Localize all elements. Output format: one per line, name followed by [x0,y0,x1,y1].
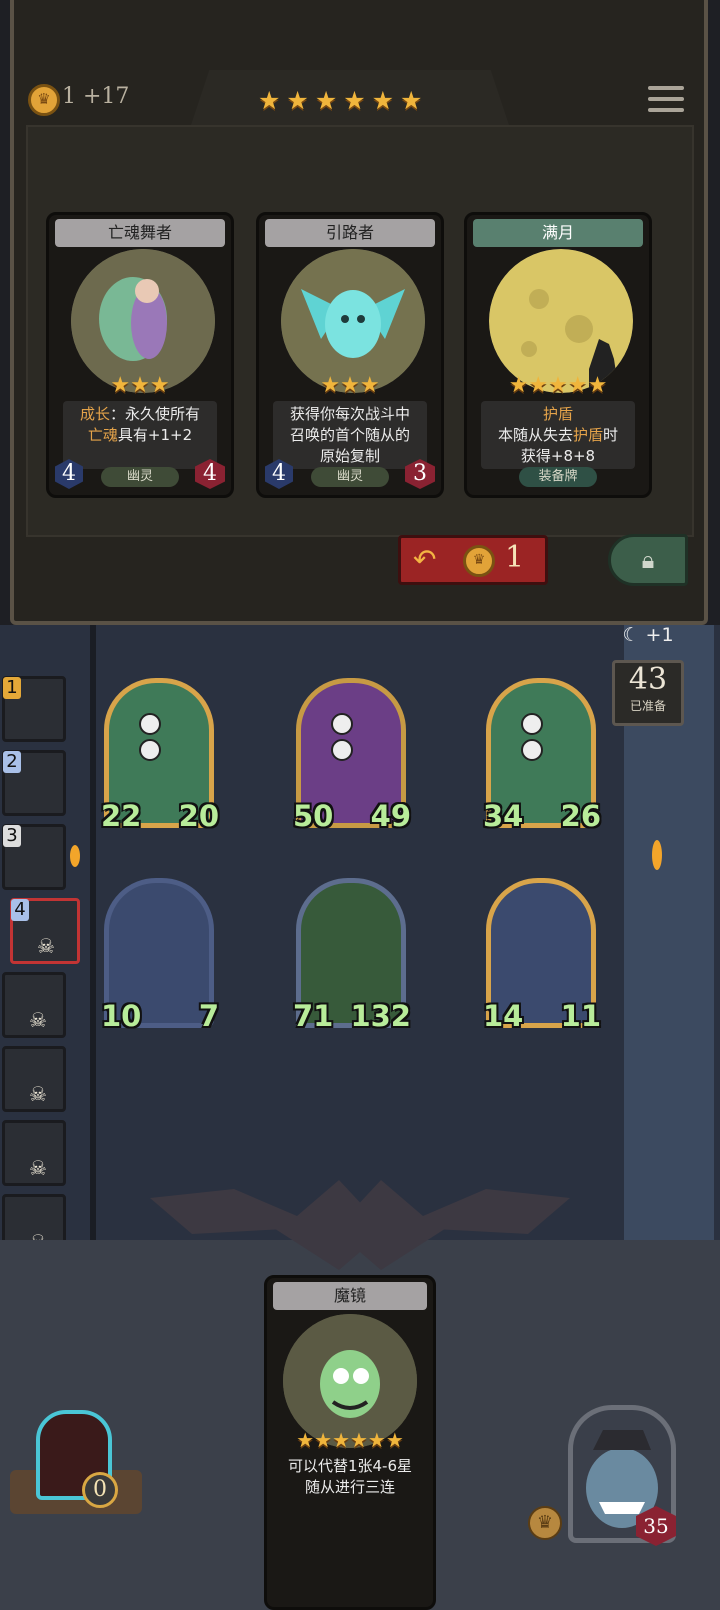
minion-attack: 22 [101,799,142,833]
minion-attack: 71 [293,999,334,1033]
card-tribe: 装备牌 [519,467,597,487]
card-description: 护盾 本随从失去护盾时 获得+8+8 [481,401,635,469]
shop-card[interactable]: 引路者 ★★★ 获得你每次战斗中 召唤的首个随从的 原始复制 幽灵 4 3 [256,212,444,498]
device-counter: 0 [82,1472,118,1508]
lock-button[interactable]: 🔒︎ [608,534,688,586]
card-stars: ★★★★★★ [296,1428,404,1452]
hero-power-button[interactable]: ♛ [528,1506,562,1540]
card-description: 可以代替1张4-6星 随从进行三连 [287,1457,413,1496]
minion-health: 7 [198,999,219,1033]
refresh-cost: 1 [505,540,525,575]
card-tribe: 幽灵 [311,467,389,487]
minion-attack: 10 [101,999,142,1033]
board-minion[interactable]: 22 20 [101,678,219,833]
board-minion[interactable]: 71 132 [293,878,411,1033]
minion-health: 132 [350,999,411,1033]
card-description: 成长：永久使所有 亡魂具有+1+2 [63,401,217,469]
moon-icon: ☾ [622,624,640,646]
minion-health: 20 [178,799,219,833]
crown-coin-icon: ♛ [28,84,60,116]
skull-icon: ☠ [29,1008,47,1032]
card-art [489,249,633,393]
card-name: 满月 [473,219,643,247]
card-art [281,249,425,393]
minion-health: 49 [370,799,411,833]
player-portrait[interactable]: 1 [2,676,66,742]
gold-display: 1 +17 [62,84,130,109]
card-name: 引路者 [265,219,435,247]
tavern-tier-stars: ★★★★★★ [258,86,429,115]
minion-attack: 14 [483,999,524,1033]
card-name: 魔镜 [273,1282,427,1310]
refresh-arrow-icon: ↶ [413,543,437,576]
wall-pillar [90,625,96,1240]
skull-icon: ☠ [37,934,55,958]
player-portrait[interactable]: ☠ [2,1046,66,1112]
card-tribe: 幽灵 [101,467,179,487]
shop-card[interactable]: 亡魂舞者 ★★★ 成长：永久使所有 亡魂具有+1+2 幽灵 4 4 [46,212,234,498]
card-stars: ★★★ [320,373,380,398]
turn-bonus: ☾ +1 [622,624,674,646]
board-minion[interactable]: 50 49 [293,678,411,833]
player-portrait[interactable]: 2 [2,750,66,816]
card-stars: ★★★★★ [508,373,608,398]
minion-attack: 50 [293,799,334,833]
player-portrait[interactable]: 4 ☠ [10,898,80,964]
card-name: 亡魂舞者 [55,219,225,247]
skull-icon: ☠ [29,1156,47,1180]
shop-card[interactable]: 满月 ★★★★★ 护盾 本随从失去护盾时 获得+8+8 装备牌 [464,212,652,498]
minion-attack: 34 [483,799,524,833]
torch-icon [70,845,80,867]
minion-health: 26 [560,799,601,833]
menu-icon[interactable] [648,86,684,119]
player-portrait[interactable]: 3 [2,824,66,890]
board-minion[interactable]: 34 26 [483,678,601,833]
lock-icon: 🔒︎ [641,546,655,574]
torch-icon [652,840,662,870]
card-stars: ★★★ [110,373,170,398]
player-portrait[interactable]: ☠ [2,972,66,1038]
hand-card[interactable]: 魔镜 ★★★★★★ 可以代替1张4-6星 随从进行三连 [264,1275,436,1610]
board-minion[interactable]: 10 7 [101,878,219,1033]
ready-counter: 43 已准备 [612,660,684,726]
crown-coin-icon: ♛ [463,545,495,577]
card-description: 获得你每次战斗中 召唤的首个随从的 原始复制 [273,401,427,469]
card-art [71,249,215,393]
player-portrait[interactable]: ☠ [2,1120,66,1186]
board-minion[interactable]: 14 11 [483,878,601,1033]
minion-health: 11 [560,999,601,1033]
skull-icon: ☠ [29,1082,47,1106]
refresh-button[interactable]: ↶ ♛ 1 [398,535,548,585]
